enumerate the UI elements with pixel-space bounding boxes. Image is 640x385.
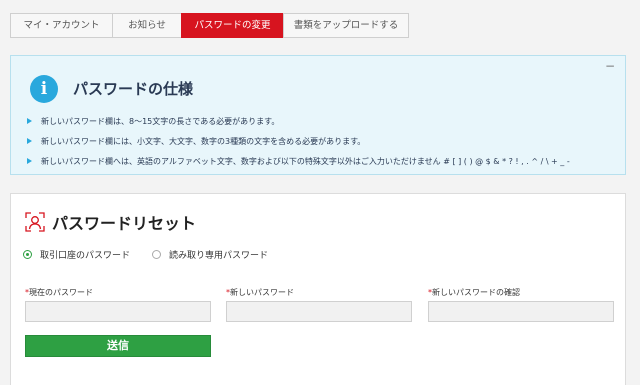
list-item: 新しいパスワード欄へは、英語のアルファベット文字、数字および以下の特殊文字以外は…	[27, 151, 617, 171]
tab-change-password[interactable]: パスワードの変更	[181, 13, 284, 38]
password-spec-panel: i パスワードの仕様 − 新しいパスワード欄は、8～15文字の長さである必要があ…	[10, 55, 626, 175]
confirm-password-input[interactable]	[428, 301, 614, 322]
password-reset-title: パスワードリセット	[52, 214, 197, 233]
account-tabs: マイ・アカウント お知らせ パスワードの変更 書類をアップロードする	[10, 13, 409, 38]
tab-my-account[interactable]: マイ・アカウント	[10, 13, 113, 38]
radio-unchecked-icon[interactable]	[152, 250, 161, 259]
radio-label: 読み取り専用パスワード	[169, 251, 269, 261]
submit-button[interactable]: 送信	[25, 335, 211, 357]
current-password-input[interactable]	[25, 301, 211, 322]
list-item: 新しいパスワード欄には、小文字、大文字、数字の3種類の文字を含める必要があります…	[27, 131, 617, 151]
user-lock-icon	[25, 212, 45, 232]
list-item: 新しいパスワード欄は、8～15文字の長さである必要があります。	[27, 111, 617, 131]
rule-text: 新しいパスワード欄へは、英語のアルファベット文字、数字および以下の特殊文字以外は…	[41, 156, 570, 166]
rule-text: 新しいパスワード欄には、小文字、大文字、数字の3種類の文字を含める必要があります…	[41, 136, 366, 146]
bullet-arrow-icon	[27, 158, 32, 164]
radio-readonly-password[interactable]: 読み取り専用パスワード	[152, 248, 268, 261]
new-password-input[interactable]	[226, 301, 412, 322]
current-password-label: *現在のパスワード	[25, 288, 93, 297]
radio-checked-icon[interactable]	[23, 250, 32, 259]
radio-label: 取引口座のパスワード	[40, 251, 131, 261]
password-reset-panel: パスワードリセット 取引口座のパスワード 読み取り専用パスワード *現在のパスワ…	[10, 193, 626, 385]
rule-text: 新しいパスワード欄は、8～15文字の長さである必要があります。	[41, 116, 280, 126]
info-icon: i	[30, 75, 58, 103]
bullet-arrow-icon	[27, 118, 32, 124]
tab-upload-documents[interactable]: 書類をアップロードする	[283, 13, 409, 38]
new-password-label: *新しいパスワード	[226, 288, 294, 297]
confirm-password-label: *新しいパスワードの確認	[428, 288, 520, 297]
password-spec-title: パスワードの仕様	[73, 80, 194, 98]
radio-trading-password[interactable]: 取引口座のパスワード	[23, 248, 130, 261]
tab-notifications[interactable]: お知らせ	[112, 13, 182, 38]
password-rules-list: 新しいパスワード欄は、8～15文字の長さである必要があります。 新しいパスワード…	[27, 111, 617, 171]
collapse-button[interactable]: −	[605, 59, 615, 73]
bullet-arrow-icon	[27, 138, 32, 144]
